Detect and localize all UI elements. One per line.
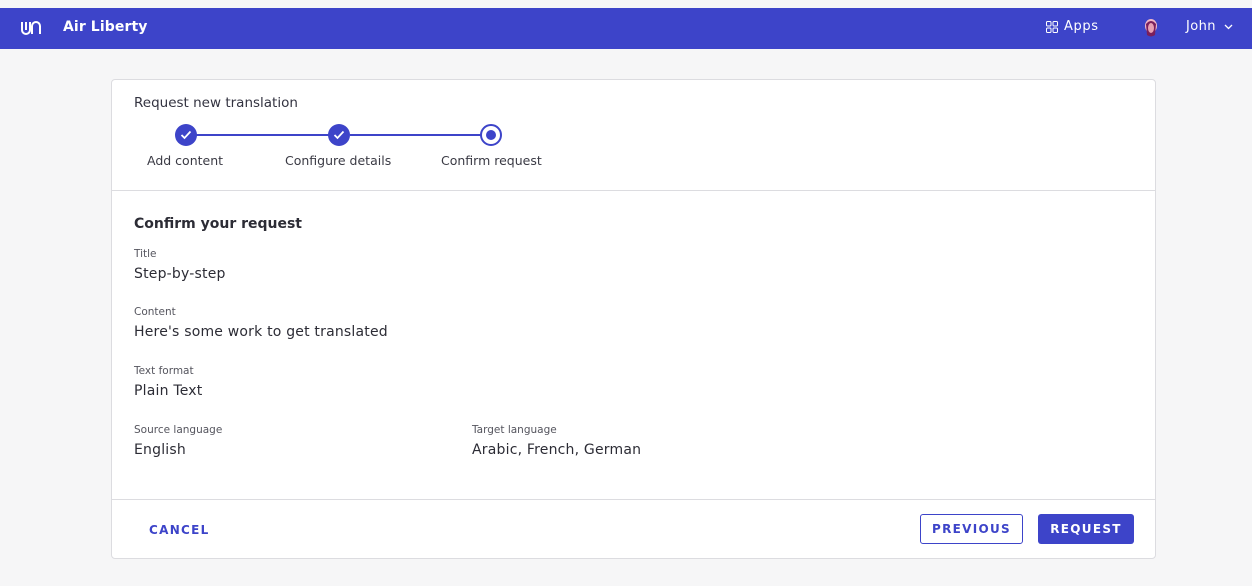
stepper: Add content Configure details Confirm re…: [112, 80, 1155, 191]
field-value: Arabic, French, German: [472, 442, 642, 458]
checkmark-icon: [180, 130, 192, 140]
logo-icon[interactable]: [20, 19, 42, 37]
field-label: Text format: [134, 365, 194, 377]
chevron-down-icon: [1224, 24, 1233, 29]
translation-request-card: Request new translation Add content Conf…: [111, 79, 1156, 559]
request-button[interactable]: REQUEST: [1038, 514, 1134, 544]
cancel-button[interactable]: CANCEL: [149, 523, 210, 537]
step-label-add-content: Add content: [147, 153, 224, 168]
field-label: Target language: [472, 424, 557, 436]
field-label: Content: [134, 306, 176, 318]
field-source-language: Source language English: [134, 424, 222, 458]
step-label-configure-details: Configure details: [285, 153, 392, 168]
brand-name[interactable]: Air Liberty: [63, 19, 147, 35]
user-name: John: [1186, 19, 1216, 34]
top-navigation-bar: Air Liberty Apps John: [0, 8, 1252, 49]
field-value: Plain Text: [134, 383, 203, 399]
field-content: Content Here's some work to get translat…: [134, 306, 388, 340]
field-title: Title Step-by-step: [134, 248, 226, 282]
section-heading: Confirm your request: [134, 216, 302, 232]
user-menu[interactable]: John: [1186, 19, 1233, 34]
step-3-indicator: [480, 124, 502, 146]
field-text-format: Text format Plain Text: [134, 365, 202, 399]
field-value: Step-by-step: [134, 266, 226, 282]
grid-icon: [1046, 20, 1058, 33]
avatar[interactable]: [1143, 19, 1159, 38]
apps-menu-button[interactable]: Apps: [1046, 19, 1099, 34]
apps-label: Apps: [1064, 19, 1099, 34]
field-label: Source language: [134, 424, 223, 436]
step-1-indicator: [175, 124, 197, 146]
field-value: Here's some work to get translated: [134, 324, 388, 340]
step-label-confirm-request: Confirm request: [441, 153, 542, 168]
step-connector: [350, 134, 492, 136]
card-header: Request new translation Add content Conf…: [112, 80, 1155, 191]
field-label: Title: [134, 248, 157, 260]
previous-button[interactable]: PREVIOUS: [920, 514, 1023, 544]
step-connector: [186, 134, 340, 136]
card-footer: CANCEL PREVIOUS REQUEST: [112, 499, 1155, 559]
field-target-language: Target language Arabic, French, German: [472, 424, 641, 458]
checkmark-icon: [333, 130, 345, 140]
field-value: English: [134, 442, 186, 458]
step-2-indicator: [328, 124, 350, 146]
